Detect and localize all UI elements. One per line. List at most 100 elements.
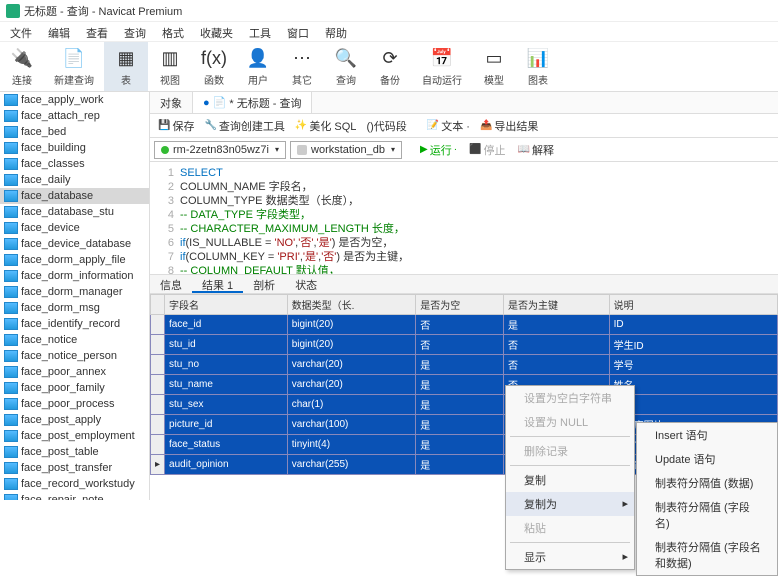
col-header[interactable]: 是否为空 bbox=[416, 295, 504, 315]
table-face_identify_record[interactable]: face_identify_record bbox=[0, 316, 149, 332]
sidebar[interactable]: face_apply_workface_attach_repface_bedfa… bbox=[0, 92, 150, 500]
tool-视图[interactable]: ▥视图 bbox=[148, 42, 192, 91]
ctx-复制[interactable]: 复制 bbox=[506, 468, 634, 492]
tool-模型[interactable]: ▭模型 bbox=[472, 42, 516, 91]
col-header[interactable]: 数据类型（长. bbox=[287, 295, 416, 315]
table-face_dorm_msg[interactable]: face_dorm_msg bbox=[0, 300, 149, 316]
table-face_poor_annex[interactable]: face_poor_annex bbox=[0, 364, 149, 380]
main-toolbar: 🔌连接📄新建查询▦表▥视图f(x)函数👤用户⋯其它🔍查询⟳备份📅自动运行▭模型📊… bbox=[0, 42, 778, 92]
table-face_dorm_apply_file[interactable]: face_dorm_apply_file bbox=[0, 252, 149, 268]
ctx-sub-item[interactable]: 制表符分隔值 (数据) bbox=[637, 471, 777, 495]
tool-连接[interactable]: 🔌连接 bbox=[0, 42, 44, 91]
tab-对象[interactable]: 对象 bbox=[150, 92, 193, 113]
rtab-结果 1[interactable]: 结果 1 bbox=[192, 275, 243, 293]
table-row[interactable]: stu_sexchar(1)是否性别 bbox=[151, 395, 778, 415]
menu-窗口[interactable]: 窗口 bbox=[279, 22, 317, 41]
run-button[interactable]: ▶ 运行 · bbox=[416, 140, 461, 160]
ctx-设置为 NULL[interactable]: 设置为 NULL bbox=[506, 410, 634, 434]
text-button[interactable]: 📝 文本 · bbox=[423, 116, 474, 136]
table-face_post_transfer[interactable]: face_post_transfer bbox=[0, 460, 149, 476]
table-icon bbox=[4, 286, 18, 298]
menu-文件[interactable]: 文件 bbox=[2, 22, 40, 41]
table-icon bbox=[4, 398, 18, 410]
table-row[interactable]: stu_namevarchar(20)是否姓名 bbox=[151, 375, 778, 395]
table-row[interactable]: stu_idbigint(20)否否学生ID bbox=[151, 335, 778, 355]
tool-图表[interactable]: 📊图表 bbox=[516, 42, 560, 91]
table-face_post_apply[interactable]: face_post_apply bbox=[0, 412, 149, 428]
table-face_notice[interactable]: face_notice bbox=[0, 332, 149, 348]
ctx-sub-item[interactable]: Insert 语句 bbox=[637, 423, 777, 447]
menu-查看[interactable]: 查看 bbox=[78, 22, 116, 41]
menu-查询[interactable]: 查询 bbox=[116, 22, 154, 41]
ctx-sub-item[interactable]: Update 语句 bbox=[637, 447, 777, 471]
table-face_poor_family[interactable]: face_poor_family bbox=[0, 380, 149, 396]
table-icon bbox=[4, 94, 18, 106]
ctx-粘贴[interactable]: 粘贴 bbox=[506, 516, 634, 540]
save-button[interactable]: 💾 保存 bbox=[154, 116, 198, 136]
table-face_poor_process[interactable]: face_poor_process bbox=[0, 396, 149, 412]
tab-无标题 - 查询[interactable]: ●📄 * 无标题 - 查询 bbox=[193, 92, 312, 113]
stop-button[interactable]: ⬛ 停止 bbox=[465, 140, 509, 160]
table-face_post_employment[interactable]: face_post_employment bbox=[0, 428, 149, 444]
menu-工具[interactable]: 工具 bbox=[241, 22, 279, 41]
database-dropdown[interactable]: workstation_db▾ bbox=[290, 141, 402, 159]
rtab-剖析[interactable]: 剖析 bbox=[243, 275, 285, 293]
app-icon bbox=[6, 4, 20, 18]
context-submenu[interactable]: Insert 语句Update 语句制表符分隔值 (数据)制表符分隔值 (字段名… bbox=[636, 422, 778, 576]
ctx-sub-item[interactable]: 制表符分隔值 (字段名和数据) bbox=[637, 535, 777, 575]
ctx-显示[interactable]: 显示▸ bbox=[506, 545, 634, 569]
sql-editor[interactable]: 1SELECT2 COLUMN_NAME 字段名，3 COLUMN_TYPE 数… bbox=[150, 162, 778, 274]
tool-备份[interactable]: ⟳备份 bbox=[368, 42, 412, 91]
table-face_device[interactable]: face_device bbox=[0, 220, 149, 236]
menu-收藏夹[interactable]: 收藏夹 bbox=[192, 22, 241, 41]
table-face_notice_person[interactable]: face_notice_person bbox=[0, 348, 149, 364]
menu-格式[interactable]: 格式 bbox=[154, 22, 192, 41]
server-dropdown[interactable]: rm-2zetn83n05wz7i▾ bbox=[154, 141, 286, 159]
ctx-复制为[interactable]: 复制为▸ bbox=[506, 492, 634, 516]
table-icon bbox=[4, 302, 18, 314]
tool-用户[interactable]: 👤用户 bbox=[236, 42, 280, 91]
table-face_apply_work[interactable]: face_apply_work bbox=[0, 92, 149, 108]
col-header[interactable]: 字段名 bbox=[165, 295, 288, 315]
ctx-设置为空白字符串[interactable]: 设置为空白字符串 bbox=[506, 386, 634, 410]
table-face_database_stu[interactable]: face_database_stu bbox=[0, 204, 149, 220]
table-face_dorm_manager[interactable]: face_dorm_manager bbox=[0, 284, 149, 300]
col-header[interactable]: 是否为主键 bbox=[503, 295, 609, 315]
table-face_daily[interactable]: face_daily bbox=[0, 172, 149, 188]
context-menu[interactable]: 设置为空白字符串设置为 NULL 删除记录复制复制为▸粘贴显示▸ bbox=[505, 385, 635, 570]
query-builder-button[interactable]: 🔧 查询创建工具 bbox=[200, 116, 288, 136]
window-title: 无标题 - 查询 - Navicat Premium bbox=[24, 3, 182, 19]
menu-帮助[interactable]: 帮助 bbox=[317, 22, 355, 41]
table-icon bbox=[4, 414, 18, 426]
table-face_bed[interactable]: face_bed bbox=[0, 124, 149, 140]
col-header[interactable]: 说明 bbox=[609, 295, 777, 315]
tool-表[interactable]: ▦表 bbox=[104, 42, 148, 91]
tool-新建查询[interactable]: 📄新建查询 bbox=[44, 42, 104, 91]
table-face_dorm_information[interactable]: face_dorm_information bbox=[0, 268, 149, 284]
table-face_building[interactable]: face_building bbox=[0, 140, 149, 156]
tool-其它[interactable]: ⋯其它 bbox=[280, 42, 324, 91]
table-icon bbox=[4, 334, 18, 346]
table-face_attach_rep[interactable]: face_attach_rep bbox=[0, 108, 149, 124]
tool-函数[interactable]: f(x)函数 bbox=[192, 42, 236, 91]
table-face_record_workstudy[interactable]: face_record_workstudy bbox=[0, 476, 149, 492]
table-row[interactable]: face_idbigint(20)否是ID bbox=[151, 315, 778, 335]
beautify-sql-button[interactable]: ✨ 美化 SQL bbox=[291, 116, 361, 136]
table-face_device_database[interactable]: face_device_database bbox=[0, 236, 149, 252]
table-face_classes[interactable]: face_classes bbox=[0, 156, 149, 172]
tool-查询[interactable]: 🔍查询 bbox=[324, 42, 368, 91]
rtab-状态[interactable]: 状态 bbox=[285, 275, 327, 293]
explain-button[interactable]: 📖 解释 bbox=[514, 140, 558, 160]
tool-自动运行[interactable]: 📅自动运行 bbox=[412, 42, 472, 91]
ctx-sub-item[interactable]: 制表符分隔值 (字段名) bbox=[637, 495, 777, 535]
code-snippet-button[interactable]: ()代码段 bbox=[362, 116, 410, 136]
table-face_post_table[interactable]: face_post_table bbox=[0, 444, 149, 460]
table-face_database[interactable]: face_database bbox=[0, 188, 149, 204]
table-row[interactable]: stu_novarchar(20)是否学号 bbox=[151, 355, 778, 375]
rtab-信息[interactable]: 信息 bbox=[150, 275, 192, 293]
menu-编辑[interactable]: 编辑 bbox=[40, 22, 78, 41]
export-button[interactable]: 📤 导出结果 bbox=[476, 116, 542, 136]
table-icon bbox=[4, 126, 18, 138]
table-face_repair_note[interactable]: face_repair_note bbox=[0, 492, 149, 500]
ctx-删除记录[interactable]: 删除记录 bbox=[506, 439, 634, 463]
